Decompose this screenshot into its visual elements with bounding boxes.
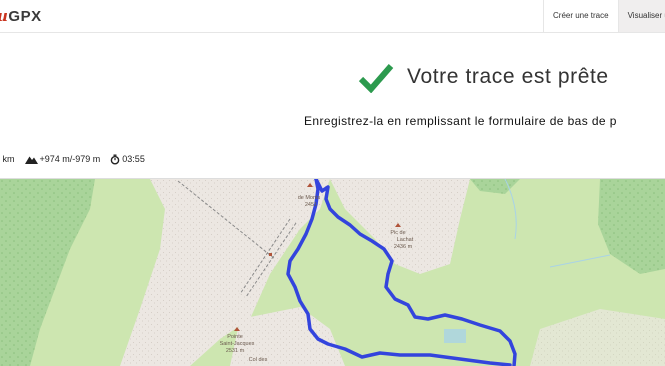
- map-label: Pointe: [227, 334, 243, 340]
- map-label: Col des: [249, 357, 268, 363]
- main-nav: Créer une trace Visualiser u: [543, 0, 665, 32]
- track-stats: 4 km +974 m/-979 m 03:55: [0, 152, 155, 166]
- checkmark-icon: [358, 64, 394, 93]
- logo[interactable]: uGPX: [0, 7, 42, 26]
- header: uGPX Créer une trace Visualiser u: [0, 0, 665, 33]
- map-label: 2531 m: [226, 348, 245, 354]
- logo-text: GPX: [8, 8, 42, 25]
- nav-visualize[interactable]: Visualiser u: [617, 0, 665, 32]
- map-label: Pic de: [390, 230, 405, 236]
- pylon-icon: [269, 253, 272, 256]
- duration-value: 03:55: [122, 154, 145, 164]
- distance-stat: 4 km: [0, 154, 15, 164]
- mountain-icon: [24, 156, 38, 164]
- page-subtitle: Enregistrez-la en remplissant le formula…: [304, 114, 617, 128]
- page-title: Votre trace est prête: [407, 65, 609, 88]
- map-label: Lachat: [397, 237, 414, 243]
- map-label: 2451: [305, 202, 317, 208]
- nav-create-trace[interactable]: Créer une trace: [543, 0, 618, 32]
- map-label: Saint-Jacques: [220, 341, 255, 347]
- map-view[interactable]: Pic de Lachat 2436 m Pointe Saint-Jacque…: [0, 178, 665, 366]
- distance-value: 4 km: [0, 154, 15, 164]
- duration-stat: 03:55: [110, 154, 145, 165]
- map-label: 2436 m: [394, 244, 413, 250]
- lake: [444, 329, 466, 343]
- elevation-stat: +974 m/-979 m: [24, 154, 101, 164]
- stopwatch-icon: [110, 154, 120, 164]
- map-label: de Monts: [298, 195, 321, 201]
- map-canvas[interactable]: Pic de Lachat 2436 m Pointe Saint-Jacque…: [0, 179, 665, 366]
- elevation-value: +974 m/-979 m: [39, 154, 101, 164]
